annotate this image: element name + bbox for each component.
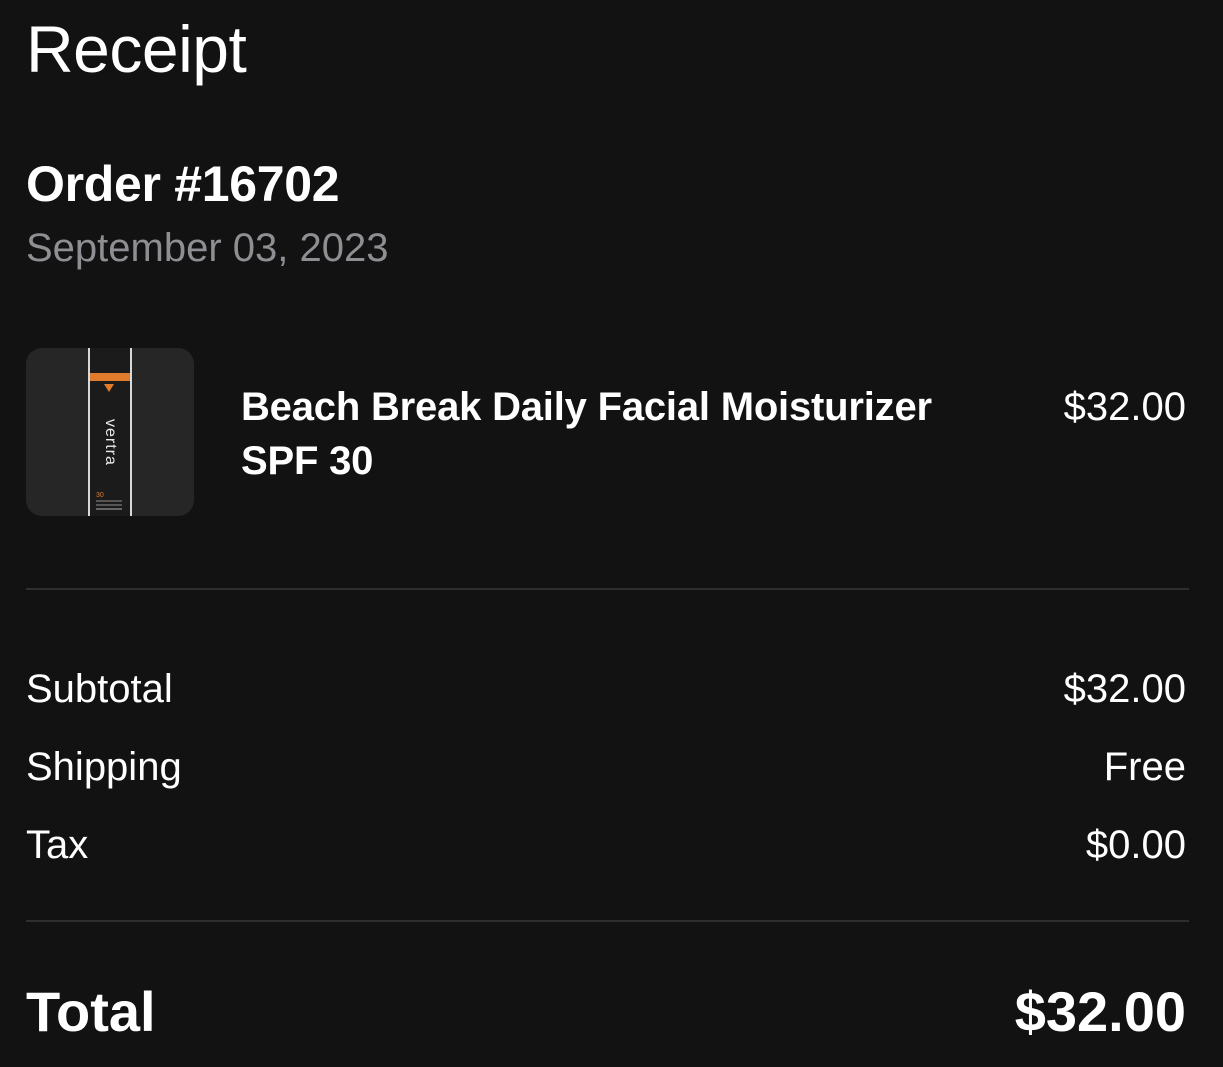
order-number: Order #16702	[26, 156, 340, 212]
product-tube-image: vertra 30	[88, 348, 132, 516]
shipping-row: Shipping Free	[26, 743, 1186, 791]
tube-accent-band	[90, 373, 130, 381]
item-name: Beach Break Daily Facial Moisturizer SPF…	[241, 385, 932, 483]
total-row: Total $32.00	[26, 980, 1186, 1044]
subtotal-row: Subtotal $32.00	[26, 665, 1186, 713]
total-label: Total	[26, 980, 156, 1043]
line-item[interactable]: vertra 30 Beach Break Daily Facial Moist…	[26, 348, 1186, 516]
receipt-page: Receipt Order #16702 September 03, 2023 …	[0, 0, 1223, 1067]
page-title: Receipt	[26, 12, 247, 86]
tax-value: $0.00	[1085, 823, 1186, 867]
tube-brand-text: vertra	[102, 419, 119, 466]
tax-label: Tax	[26, 823, 89, 867]
divider	[26, 920, 1189, 922]
divider	[26, 588, 1189, 590]
order-date: September 03, 2023	[26, 226, 389, 270]
total-value: $32.00	[1014, 980, 1186, 1043]
tube-fine-print	[96, 500, 122, 502]
item-price: $32.00	[1063, 385, 1186, 429]
brand-logo-icon	[104, 384, 114, 392]
tax-row: Tax $0.00	[26, 821, 1186, 869]
subtotal-value: $32.00	[1063, 667, 1186, 711]
subtotal-label: Subtotal	[26, 667, 173, 711]
product-thumbnail[interactable]: vertra 30	[26, 348, 194, 516]
shipping-value: Free	[1103, 745, 1186, 789]
tube-spf-text: 30	[96, 492, 104, 499]
shipping-label: Shipping	[26, 745, 182, 789]
